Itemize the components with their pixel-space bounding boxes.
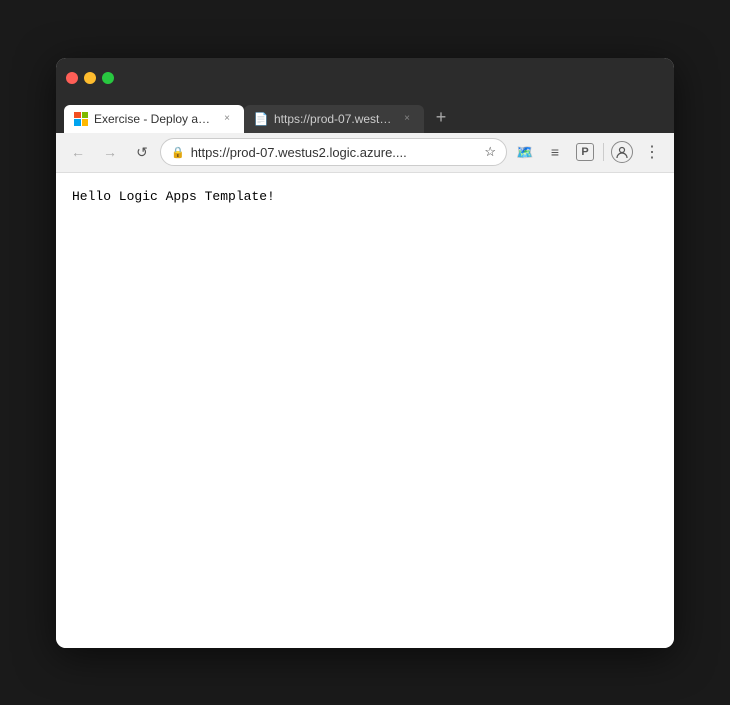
extension-icons: 🗺️ ≡ P ⋮	[511, 138, 666, 166]
tab-exercise[interactable]: Exercise - Deploy and expor ×	[64, 105, 244, 133]
address-bar[interactable]: 🔒 https://prod-07.westus2.logic.azure...…	[160, 138, 507, 166]
toolbar-divider	[603, 143, 604, 161]
back-button[interactable]: ←	[64, 138, 92, 166]
forward-button[interactable]: →	[96, 138, 124, 166]
forward-icon: →	[103, 144, 117, 160]
tab-url[interactable]: 📄 https://prod-07.westus2.logi ×	[244, 105, 424, 133]
page-favicon: 📄	[254, 112, 268, 126]
minimize-button[interactable]	[84, 72, 96, 84]
p-extension-button[interactable]: P	[571, 138, 599, 166]
page-body-text: Hello Logic Apps Template!	[72, 187, 658, 207]
browser-window: Exercise - Deploy and expor × 📄 https://…	[56, 58, 674, 648]
maps-icon: 🗺️	[516, 144, 533, 161]
tab-url-close[interactable]: ×	[400, 112, 414, 126]
new-tab-button[interactable]: +	[428, 105, 454, 131]
refresh-button[interactable]: ↺	[128, 138, 156, 166]
menu-button[interactable]: ⋮	[638, 138, 666, 166]
lock-icon: 🔒	[171, 146, 185, 159]
p-icon: P	[576, 143, 594, 161]
tab-url-label: https://prod-07.westus2.logi	[274, 112, 394, 126]
profile-button[interactable]	[608, 138, 636, 166]
tabs-bar: Exercise - Deploy and expor × 📄 https://…	[56, 98, 674, 133]
menu-icon: ⋮	[644, 142, 660, 162]
toolbar: ← → ↺ 🔒 https://prod-07.westus2.logic.az…	[56, 133, 674, 173]
profile-icon	[611, 141, 633, 163]
back-icon: ←	[71, 144, 85, 160]
page-content: Hello Logic Apps Template!	[56, 173, 674, 648]
tab-exercise-close[interactable]: ×	[220, 112, 234, 126]
url-text: https://prod-07.westus2.logic.azure....	[191, 145, 479, 160]
stack-icon: ≡	[551, 144, 559, 160]
close-button[interactable]	[66, 72, 78, 84]
ms-favicon	[74, 112, 88, 126]
tab-exercise-label: Exercise - Deploy and expor	[94, 112, 214, 126]
maximize-button[interactable]	[102, 72, 114, 84]
refresh-icon: ↺	[136, 144, 148, 161]
maps-extension-button[interactable]: 🗺️	[511, 138, 539, 166]
stack-extension-button[interactable]: ≡	[541, 138, 569, 166]
title-bar	[56, 58, 674, 98]
star-icon: ☆	[484, 144, 496, 160]
